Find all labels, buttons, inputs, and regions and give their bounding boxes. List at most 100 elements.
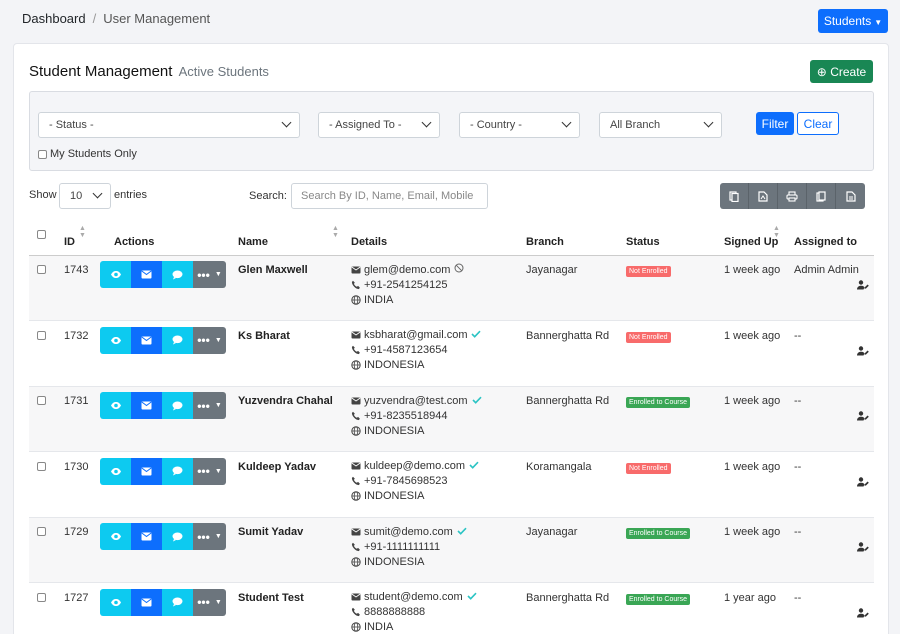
- message-button[interactable]: [162, 457, 193, 485]
- column-header-id[interactable]: ID: [64, 236, 75, 248]
- student-name[interactable]: Yuzvendra Chahal: [238, 395, 333, 407]
- branch-select[interactable]: All Branch: [599, 112, 722, 138]
- student-email[interactable]: yuzvendra@test.com: [364, 395, 468, 407]
- filter-button[interactable]: Filter: [756, 112, 794, 135]
- breadcrumb-dashboard[interactable]: Dashboard: [22, 11, 86, 26]
- assign-user-button[interactable]: [857, 542, 869, 555]
- chat-bubble-icon: [172, 466, 183, 476]
- view-button[interactable]: [100, 392, 131, 419]
- csv-export-button[interactable]: [836, 183, 865, 209]
- email-button[interactable]: [131, 392, 162, 419]
- student-branch: Jayanagar: [526, 264, 578, 276]
- student-name[interactable]: Glen Maxwell: [238, 264, 308, 276]
- search-input[interactable]: [291, 183, 488, 209]
- email-button[interactable]: [131, 457, 162, 485]
- row-checkbox[interactable]: [37, 265, 46, 274]
- more-actions-button[interactable]: ••• ▼: [193, 326, 226, 354]
- email-button[interactable]: [131, 523, 162, 550]
- more-actions-button[interactable]: ••• ▼: [193, 523, 226, 550]
- caret-down-icon: ▼: [214, 402, 222, 409]
- email-button[interactable]: [131, 588, 162, 616]
- student-email[interactable]: ksbharat@gmail.com: [364, 329, 467, 341]
- user-edit-icon: [857, 476, 869, 486]
- assigned-to: --: [794, 395, 802, 407]
- print-button[interactable]: [778, 183, 807, 209]
- view-button[interactable]: [100, 326, 131, 354]
- envelope-icon: [141, 336, 152, 344]
- create-label: Create: [830, 64, 867, 79]
- student-email[interactable]: kuldeep@demo.com: [364, 460, 465, 472]
- sort-icon[interactable]: ▲ ▼: [773, 225, 780, 239]
- assign-user-button[interactable]: [857, 345, 869, 359]
- column-header-name[interactable]: Name: [238, 236, 268, 248]
- country-select[interactable]: - Country -: [459, 112, 580, 138]
- column-header-assigned-to[interactable]: Assigned to: [794, 236, 857, 248]
- student-email[interactable]: sumit@demo.com: [364, 526, 453, 538]
- student-email[interactable]: glem@demo.com: [364, 264, 450, 276]
- column-header-branch[interactable]: Branch: [526, 236, 564, 248]
- student-name[interactable]: Kuldeep Yadav: [238, 461, 316, 473]
- select-all-checkbox[interactable]: [37, 230, 46, 239]
- signed-up-time: 1 week ago: [724, 329, 781, 342]
- caret-down-icon: ▼: [214, 598, 222, 606]
- more-actions-button[interactable]: ••• ▼: [193, 392, 226, 419]
- column-header-signed-up[interactable]: Signed Up: [724, 236, 778, 248]
- row-checkbox[interactable]: [37, 527, 46, 536]
- more-actions-button[interactable]: ••• ▼: [193, 261, 226, 288]
- view-button[interactable]: [100, 261, 131, 288]
- sort-icon[interactable]: ▲ ▼: [79, 225, 86, 239]
- table-row: 1732 ••• ▼ Ks Bharat ksbharat@gmail.com: [29, 322, 874, 387]
- eye-icon: [110, 402, 121, 409]
- assign-user-button[interactable]: [857, 411, 869, 424]
- student-branch: Jayanagar: [526, 526, 578, 538]
- row-checkbox[interactable]: [37, 330, 46, 340]
- assigned-to: --: [794, 460, 802, 473]
- excel-export-button[interactable]: [807, 183, 836, 209]
- email-button[interactable]: [131, 326, 162, 354]
- eye-icon: [110, 598, 121, 606]
- message-button[interactable]: [162, 392, 193, 419]
- student-phone: +91-2541254125: [364, 278, 448, 291]
- more-actions-button[interactable]: ••• ▼: [193, 457, 226, 485]
- row-checkbox[interactable]: [37, 396, 46, 405]
- my-students-only[interactable]: My Students Only: [38, 148, 137, 160]
- message-button[interactable]: [162, 261, 193, 288]
- student-name[interactable]: Student Test: [238, 592, 304, 604]
- row-checkbox[interactable]: [37, 461, 46, 471]
- create-button[interactable]: ⊕ Create: [810, 60, 873, 83]
- view-button[interactable]: [100, 523, 131, 550]
- envelope-icon: [141, 401, 152, 410]
- envelope-icon: [351, 462, 361, 470]
- student-name[interactable]: Sumit Yadav: [238, 526, 303, 538]
- student-name[interactable]: Ks Bharat: [238, 330, 290, 342]
- caret-down-icon: ▼: [214, 271, 222, 278]
- message-button[interactable]: [162, 588, 193, 616]
- assign-user-button[interactable]: [857, 476, 869, 490]
- more-actions-button[interactable]: ••• ▼: [193, 588, 226, 616]
- copy-export-button[interactable]: [720, 183, 749, 209]
- student-phone: +91-7845698523: [364, 475, 448, 487]
- print-icon: [786, 190, 798, 202]
- students-dropdown-button[interactable]: Students ▼: [818, 9, 888, 33]
- clear-button[interactable]: Clear: [797, 112, 839, 135]
- sort-icon[interactable]: ▲ ▼: [332, 225, 339, 239]
- students-button-label: Students: [823, 14, 872, 28]
- row-checkbox[interactable]: [37, 592, 46, 602]
- message-button[interactable]: [162, 523, 193, 550]
- assigned-to-select[interactable]: - Assigned To -: [318, 112, 440, 138]
- view-button[interactable]: [100, 588, 131, 616]
- message-button[interactable]: [162, 326, 193, 354]
- entries-select[interactable]: 10: [59, 183, 111, 209]
- student-email[interactable]: student@demo.com: [364, 591, 463, 603]
- assign-user-button[interactable]: [857, 280, 869, 293]
- student-phone: 8888888888: [364, 606, 426, 618]
- view-button[interactable]: [100, 457, 131, 485]
- status-badge: Enrolled to Course: [626, 397, 690, 408]
- pdf-export-button[interactable]: [749, 183, 778, 209]
- column-header-status[interactable]: Status: [626, 236, 660, 248]
- status-select[interactable]: - Status -: [38, 112, 300, 138]
- assigned-to: Admin Admin: [794, 264, 859, 276]
- email-button[interactable]: [131, 261, 162, 288]
- assign-user-button[interactable]: [857, 607, 869, 621]
- my-students-checkbox[interactable]: [38, 149, 47, 159]
